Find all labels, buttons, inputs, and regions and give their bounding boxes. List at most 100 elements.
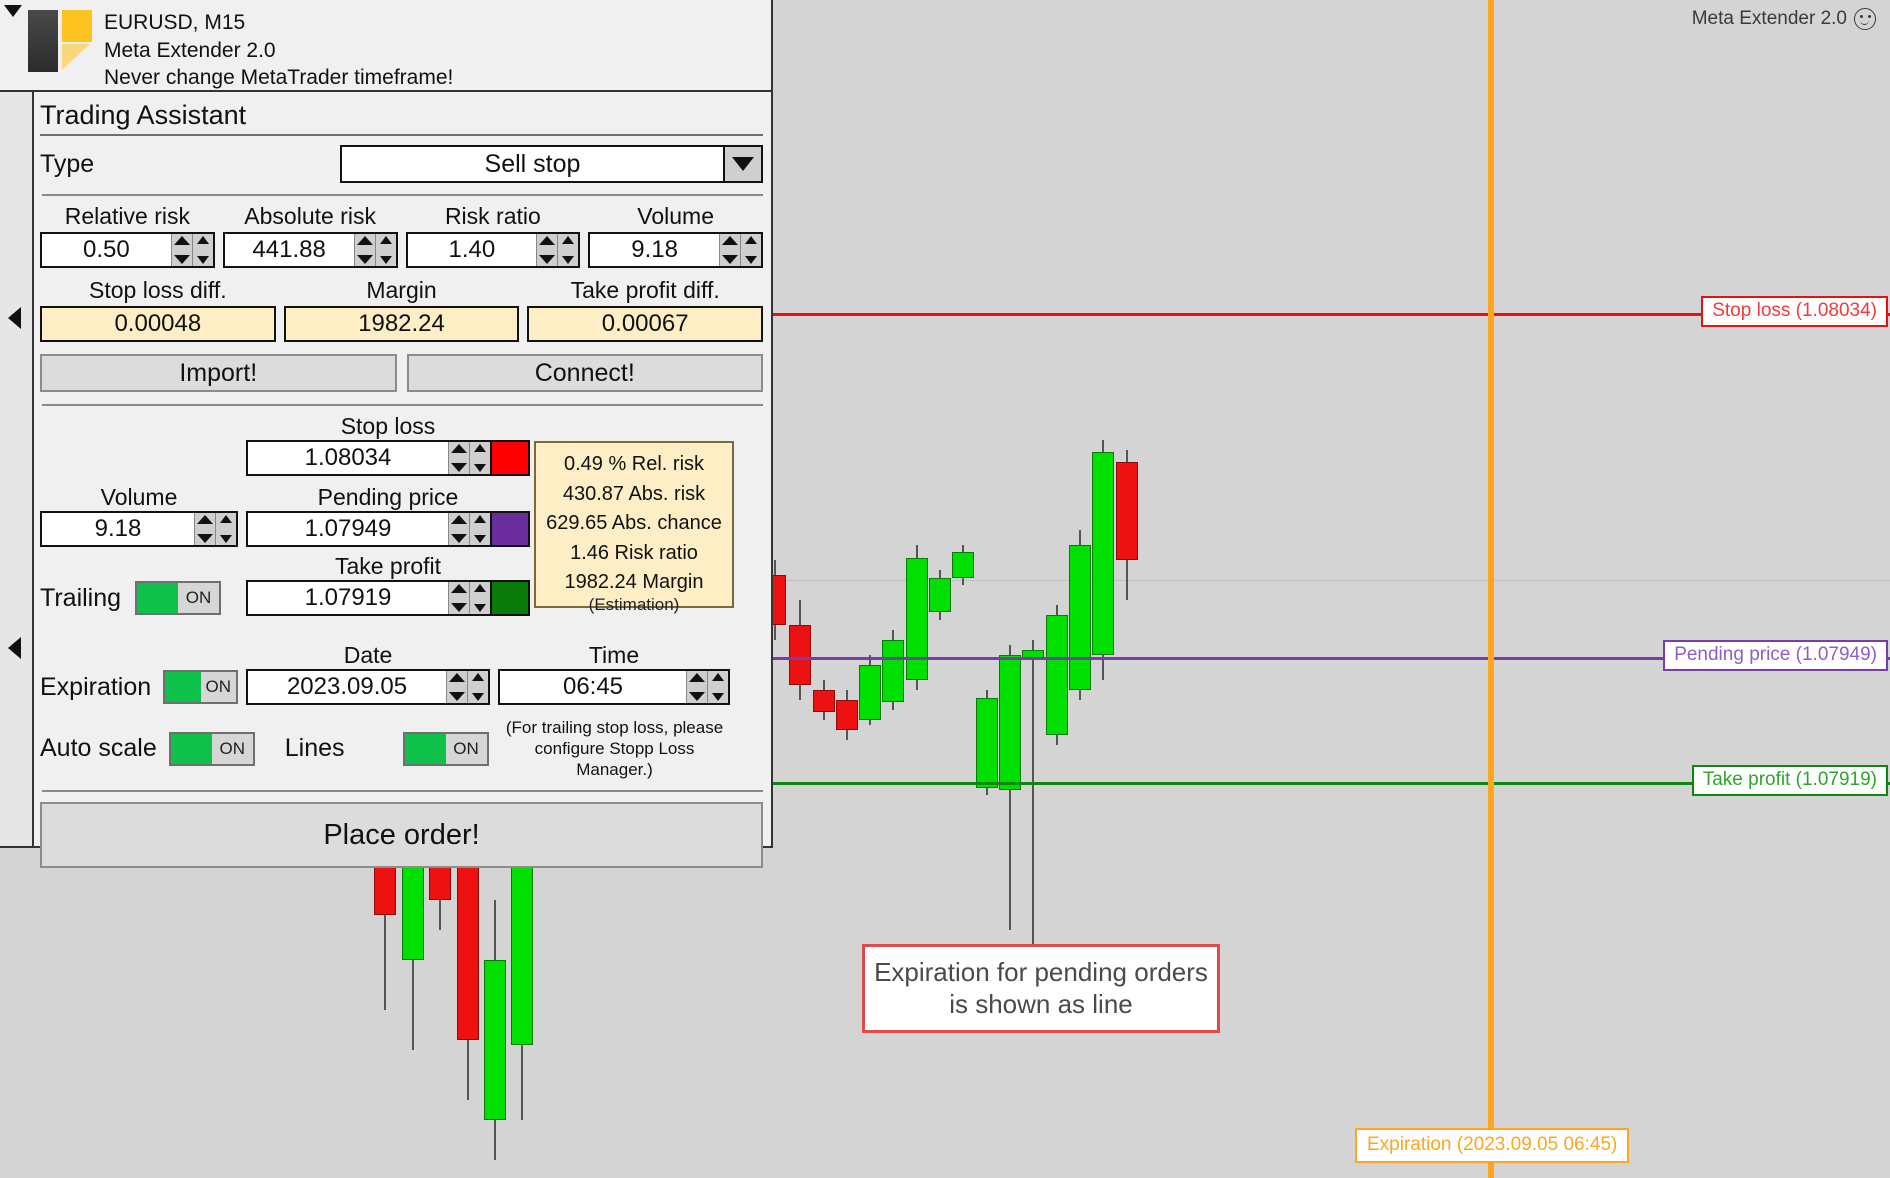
- volume-label: Volume: [100, 484, 178, 510]
- estimation-box: 0.49 % Rel. risk 430.87 Abs. risk 629.65 A…: [534, 441, 734, 608]
- candlestick: [976, 690, 998, 795]
- estimation-line-1: 430.87 Abs. risk: [562, 482, 706, 505]
- expiration-time-value: 06:45: [562, 673, 624, 700]
- estimation-caption: (Estimation): [588, 595, 680, 614]
- expiration-date-spinner[interactable]: [446, 671, 488, 703]
- candlestick: [999, 645, 1021, 930]
- field-spinner[interactable]: [170, 234, 213, 266]
- volume-spinner[interactable]: [194, 513, 236, 545]
- stop-loss-value: 1.08034: [304, 444, 392, 471]
- volume-input[interactable]: 9.18: [40, 511, 238, 547]
- candlestick: [1046, 605, 1068, 745]
- timeframe-warning-label: Never change MetaTrader timeframe!: [104, 66, 454, 90]
- expiration-date-label: Date: [343, 642, 393, 668]
- annotation-callout: Expiration for pending orders is shown a…: [862, 944, 1220, 1033]
- lines-toggle[interactable]: ON: [402, 731, 489, 766]
- computed-field-label-2: Take profit diff.: [570, 277, 720, 303]
- collapse-left-arrow-icon-top[interactable]: [8, 307, 21, 329]
- collapse-left-arrow-icon-bottom[interactable]: [8, 637, 21, 659]
- risk-field-value-1: 441.88: [252, 236, 326, 263]
- risk-field-value-0: 0.50: [83, 236, 130, 263]
- pending-price-tag[interactable]: Pending price (1.07949): [1663, 640, 1888, 671]
- take-profit-input[interactable]: 1.07919: [246, 580, 492, 616]
- field-spinner[interactable]: [719, 234, 761, 266]
- computed-field-value-2: 0.00067: [527, 306, 764, 342]
- auto-scale-toggle-state: ON: [211, 733, 253, 764]
- stop-loss-input[interactable]: 1.08034: [246, 440, 492, 476]
- pending-price-spinner[interactable]: [448, 513, 490, 545]
- auto-scale-toggle[interactable]: ON: [168, 731, 255, 766]
- lines-toggle-state: ON: [445, 733, 487, 764]
- candlestick: [952, 545, 974, 585]
- stop-loss-price-tag[interactable]: Stop loss (1.08034): [1701, 296, 1888, 327]
- estimation-line-2: 629.65 Abs. chance: [546, 512, 722, 535]
- take-profit-value: 1.07919: [304, 584, 392, 611]
- trailing-toggle-state: ON: [178, 583, 220, 613]
- stop-loss-spinner[interactable]: [448, 442, 490, 474]
- pending-price-input[interactable]: 1.07949: [246, 511, 492, 547]
- expiration-time-tag[interactable]: Expiration (2023.09.05 06:45): [1355, 1128, 1630, 1163]
- candlestick: [836, 690, 858, 740]
- expiration-date-value: 2023.09.05: [286, 673, 408, 700]
- candlestick: [1116, 450, 1138, 600]
- risk-field-label-3: Volume: [637, 203, 714, 229]
- connect-button[interactable]: Connect!: [406, 354, 763, 392]
- risk-field-label-0: Relative risk: [64, 203, 190, 229]
- expiration-time-input[interactable]: 06:45: [498, 669, 730, 705]
- expiration-date-input[interactable]: 2023.09.05: [246, 669, 490, 705]
- type-label: Type: [40, 149, 95, 178]
- risk-field-input-3[interactable]: 9.18: [588, 232, 763, 268]
- field-spinner[interactable]: [536, 234, 579, 266]
- candlestick: [906, 545, 928, 690]
- pending-price-color-swatch[interactable]: [492, 511, 530, 547]
- estimation-line-4: 1982.24 Margin: [564, 571, 704, 594]
- computed-field-label-1: Margin: [366, 277, 437, 303]
- risk-field-label-1: Absolute risk: [244, 203, 376, 229]
- symbol-timeframe-label: EURUSD, M15: [104, 11, 246, 34]
- take-profit-label: Take profit: [334, 553, 442, 579]
- panel-side-rail[interactable]: [0, 92, 34, 846]
- panel-header: EURUSD, M15 Meta Extender 2.0 Never chan…: [0, 0, 771, 92]
- stop-loss-color-swatch[interactable]: [492, 440, 530, 476]
- risk-field-label-2: Risk ratio: [444, 203, 541, 229]
- product-name-label: Meta Extender 2.0: [104, 38, 276, 62]
- risk-field-value-2: 1.40: [448, 236, 496, 263]
- watermark-label: Meta Extender 2.0: [1691, 8, 1847, 29]
- take-profit-spinner[interactable]: [448, 582, 490, 614]
- computed-field-value-1: 1982.24: [283, 306, 520, 342]
- expiration-time-label: Time: [588, 642, 640, 668]
- take-profit-price-tag[interactable]: Take profit (1.07919): [1691, 765, 1888, 796]
- chevron-down-icon: [732, 157, 754, 171]
- trading-assistant-panel[interactable]: EURUSD, M15 Meta Extender 2.0 Never chan…: [0, 0, 773, 869]
- candlestick: [813, 680, 835, 720]
- import-button[interactable]: Import!: [40, 354, 397, 392]
- risk-field-value-3: 9.18: [631, 236, 678, 263]
- pending-price-value: 1.07949: [304, 515, 392, 542]
- computed-field-value-0: 0.00048: [40, 306, 276, 342]
- trailing-toggle[interactable]: ON: [135, 581, 222, 615]
- collapse-caret-icon[interactable]: [4, 5, 22, 17]
- expiration-toggle[interactable]: ON: [163, 670, 238, 704]
- risk-field-input-0[interactable]: 0.50: [40, 232, 215, 268]
- take-profit-color-swatch[interactable]: [492, 580, 530, 616]
- expiration-vertical-line[interactable]: [1488, 0, 1494, 1178]
- candlestick: [929, 570, 951, 620]
- auto-scale-label: Auto scale: [40, 734, 157, 763]
- computed-field-label-0: Stop loss diff.: [89, 277, 227, 303]
- candlestick: [789, 600, 811, 700]
- expiration-label: Expiration: [40, 672, 152, 701]
- order-type-select[interactable]: Sell stop: [340, 145, 763, 183]
- order-type-dropdown-button[interactable]: [723, 147, 761, 181]
- candlestick: [859, 655, 881, 725]
- field-spinner[interactable]: [353, 234, 396, 266]
- risk-field-input-2[interactable]: 1.40: [405, 232, 581, 268]
- smiley-icon: [1854, 8, 1876, 30]
- risk-field-input-1[interactable]: 441.88: [222, 232, 398, 268]
- estimation-line-0: 0.49 % Rel. risk: [563, 453, 705, 475]
- candlestick: [457, 830, 479, 1100]
- expiration-toggle-state: ON: [200, 672, 237, 702]
- place-order-button[interactable]: Place order!: [40, 802, 763, 869]
- meta-extender-logo: [22, 7, 94, 75]
- pending-price-label: Pending price: [317, 484, 459, 510]
- expiration-time-spinner[interactable]: [686, 671, 728, 703]
